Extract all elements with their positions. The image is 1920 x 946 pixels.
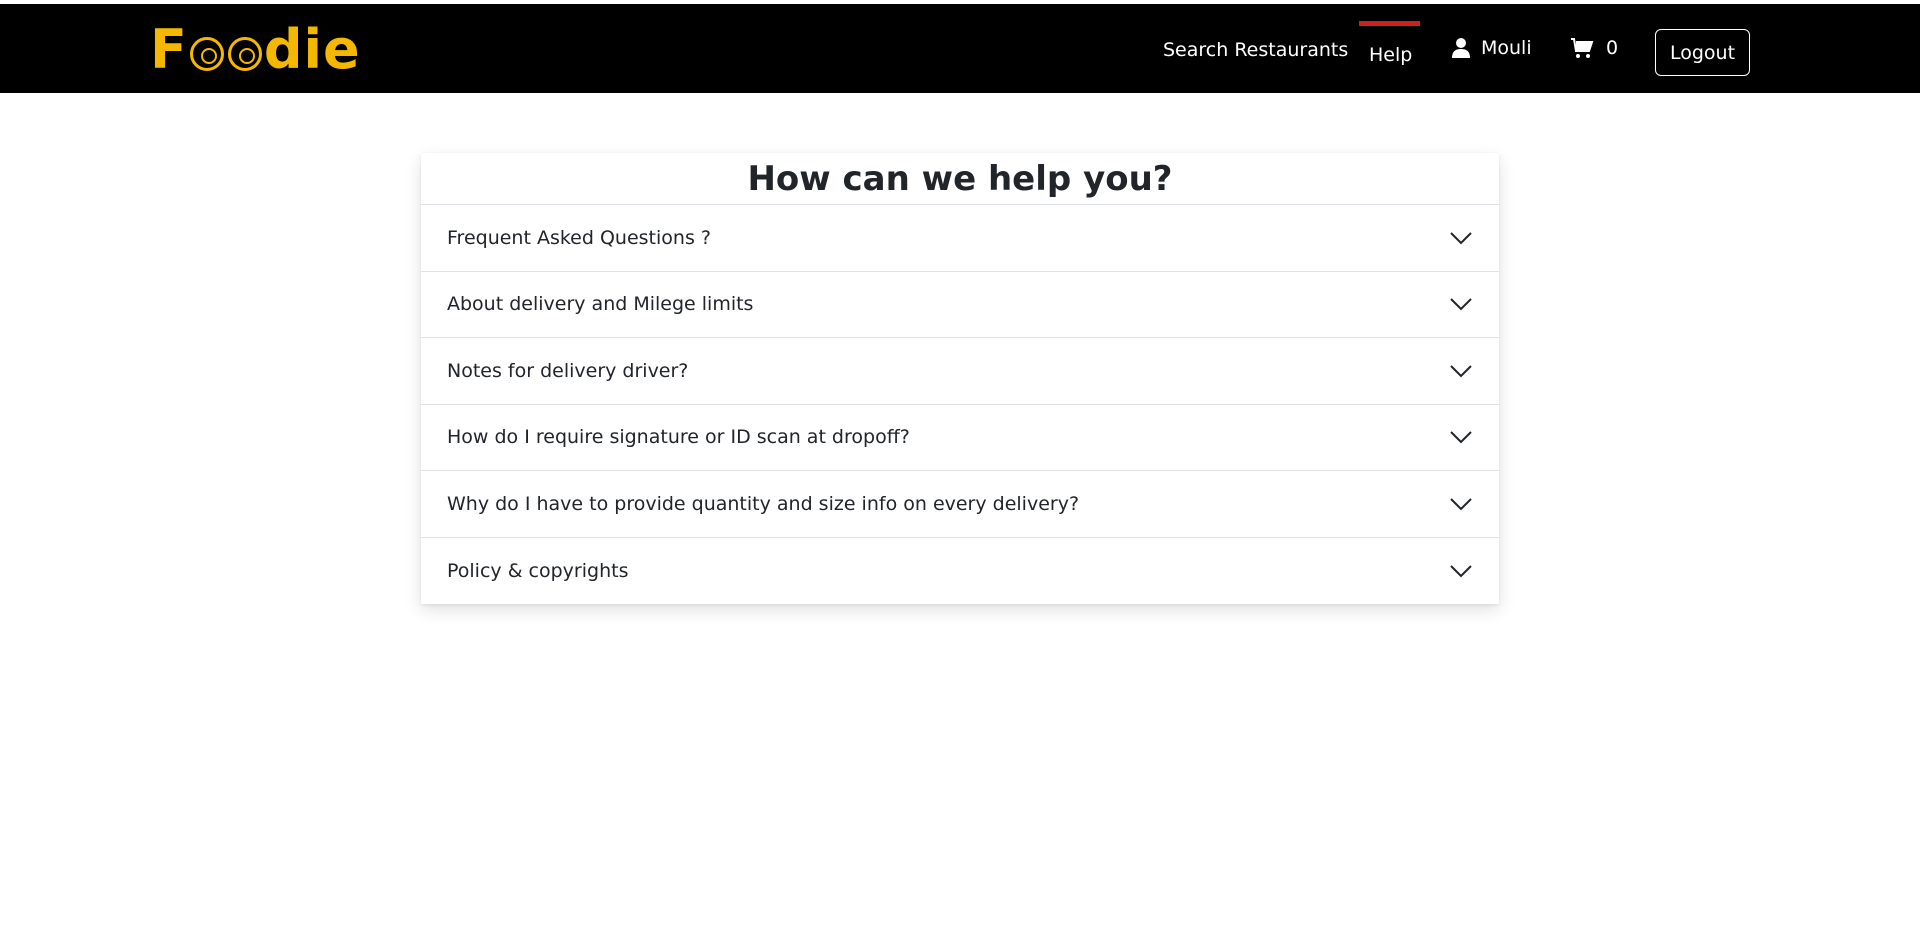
accordion-item-label: Notes for delivery driver? — [447, 359, 689, 382]
chevron-down-icon — [1450, 298, 1472, 311]
chevron-down-icon — [1450, 431, 1472, 444]
chevron-down-icon — [1450, 232, 1472, 245]
user-name: Mouli — [1481, 36, 1532, 59]
nav-help[interactable]: Help — [1369, 46, 1412, 65]
chevron-down-icon — [1450, 365, 1472, 378]
accordion-item-label: Policy & copyrights — [447, 559, 629, 582]
accordion-item-label: Why do I have to provide quantity and si… — [447, 492, 1080, 515]
logout-button[interactable]: Logout — [1655, 29, 1750, 76]
chevron-down-icon — [1450, 498, 1472, 511]
chevron-down-icon — [1450, 565, 1472, 578]
nav-cart[interactable]: 0 — [1570, 37, 1618, 59]
nav-user[interactable]: Mouli — [1451, 37, 1532, 59]
accordion-item-faq[interactable]: Frequent Asked Questions ? — [421, 205, 1499, 272]
logo-o-icon — [189, 37, 224, 71]
page-title: How can we help you? — [421, 153, 1499, 205]
accordion-item-label: Frequent Asked Questions ? — [447, 226, 711, 249]
help-accordion-card: How can we help you? Frequent Asked Ques… — [421, 153, 1499, 604]
logo-letters-die: die — [263, 18, 361, 81]
accordion-item-delivery-limits[interactable]: About delivery and Milege limits — [421, 272, 1499, 338]
cart-icon — [1571, 38, 1594, 58]
user-icon — [1452, 38, 1470, 58]
top-navbar: F die Search Restaurants Help Mouli 0 Lo… — [0, 4, 1920, 93]
accordion-item-label: How do I require signature or ID scan at… — [447, 426, 910, 449]
cart-count: 0 — [1606, 36, 1619, 59]
active-nav-indicator — [1359, 21, 1420, 26]
logo-o-icon — [227, 37, 262, 71]
logo-letter-f: F — [150, 18, 188, 81]
accordion-item-label: About delivery and Milege limits — [447, 293, 754, 316]
accordion-item-signature-id[interactable]: How do I require signature or ID scan at… — [421, 405, 1499, 471]
nav-search-restaurants[interactable]: Search Restaurants — [1163, 41, 1348, 60]
accordion-item-quantity-size[interactable]: Why do I have to provide quantity and si… — [421, 471, 1499, 538]
accordion-item-policy[interactable]: Policy & copyrights — [421, 538, 1499, 605]
accordion-item-driver-notes[interactable]: Notes for delivery driver? — [421, 338, 1499, 405]
foodie-logo[interactable]: F die — [150, 22, 361, 78]
